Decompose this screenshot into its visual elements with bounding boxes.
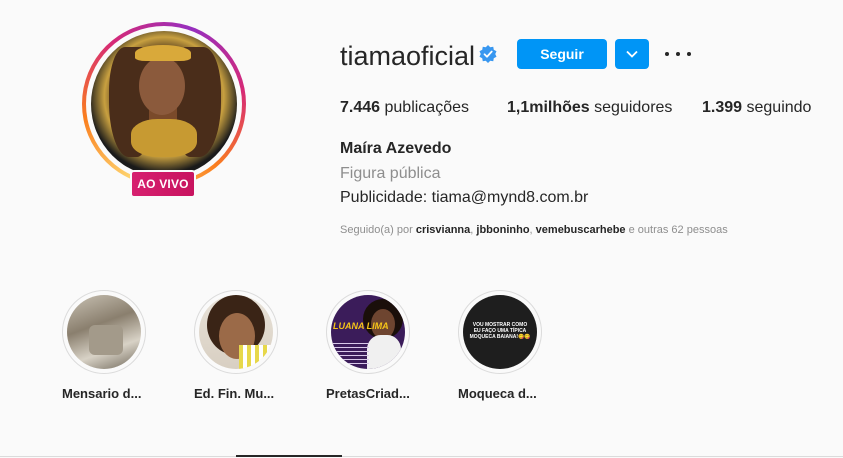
dot (687, 52, 691, 56)
separator: , (470, 224, 474, 236)
following-number: 1.399 (702, 99, 743, 116)
following-link[interactable]: 1.399 seguindo (702, 98, 811, 118)
profile-username: tiamaoficial (340, 41, 476, 71)
chevron-down-icon (626, 50, 638, 58)
followed-by-user: crisvianna (415, 224, 471, 236)
separator: , (529, 224, 533, 236)
verified-badge-icon (479, 45, 497, 63)
followed-by-suffix: e outras 62 pessoas (628, 224, 728, 236)
avatar[interactable] (91, 31, 237, 177)
following-label: seguindo (746, 99, 812, 116)
followed-by-prefix: Seguido(a) por (340, 224, 413, 236)
profile-category: Figura pública (340, 165, 441, 182)
highlight-label: Ed. Fin. Mu... (194, 386, 275, 401)
followers-label: seguidores (594, 99, 673, 116)
posts-number: 7.446 (340, 99, 381, 116)
followed-by-user: vemebuscarhebe (535, 224, 626, 236)
highlight-cover (67, 295, 141, 369)
avatar-necklace (131, 119, 197, 157)
highlight-label: PretasCriad... (326, 386, 410, 401)
avatar-face (139, 57, 185, 115)
tabs-divider (0, 456, 843, 457)
dot (676, 52, 680, 56)
avatar-crown (135, 45, 191, 61)
more-options-icon[interactable] (665, 44, 691, 64)
highlight-cover: VOU MOSTRAR COMO EU FAÇO UMA TÍPICA MOQU… (463, 295, 537, 369)
highlight-ring (194, 290, 278, 374)
followed-by-link[interactable]: Seguido(a) por crisvianna, jbboninho, ve… (340, 224, 728, 236)
follow-button[interactable]: Seguir (517, 39, 607, 69)
followers-number: 1,1milhões (507, 99, 590, 116)
followed-by-user: jbboninho (476, 224, 530, 236)
avatar-gap (86, 26, 242, 182)
profile-avatar-ring[interactable] (82, 22, 246, 186)
profile-full-name: Maíra Azevedo (340, 140, 452, 157)
highlight-ring: LUANA LIMA (326, 290, 410, 374)
highlight-ring (62, 290, 146, 374)
suggested-accounts-button[interactable] (615, 39, 649, 69)
cover-shape (89, 325, 123, 355)
cover-text: LUANA LIMA (333, 321, 389, 331)
active-tab-indicator (236, 455, 342, 457)
posts-label: publicações (384, 99, 470, 116)
highlight-label: Moqueca d... (458, 386, 537, 401)
followers-link[interactable]: 1,1milhões seguidores (507, 98, 672, 118)
highlight-cover: LUANA LIMA (331, 295, 405, 369)
profile-bio: Publicidade: tiama@mynd8.com.br (340, 189, 589, 206)
cover-text: VOU MOSTRAR COMO EU FAÇO UMA TÍPICA MOQU… (469, 322, 531, 340)
dot (665, 52, 669, 56)
highlight-label: Mensario d... (62, 386, 142, 401)
highlight-ring: VOU MOSTRAR COMO EU FAÇO UMA TÍPICA MOQU… (458, 290, 542, 374)
cover-shirt (239, 345, 273, 369)
cover-text-lines (333, 343, 369, 365)
cover-body (367, 335, 401, 369)
live-badge[interactable]: AO VIVO (130, 170, 196, 198)
highlight-cover (199, 295, 273, 369)
posts-count: 7.446 publicações (340, 98, 469, 118)
